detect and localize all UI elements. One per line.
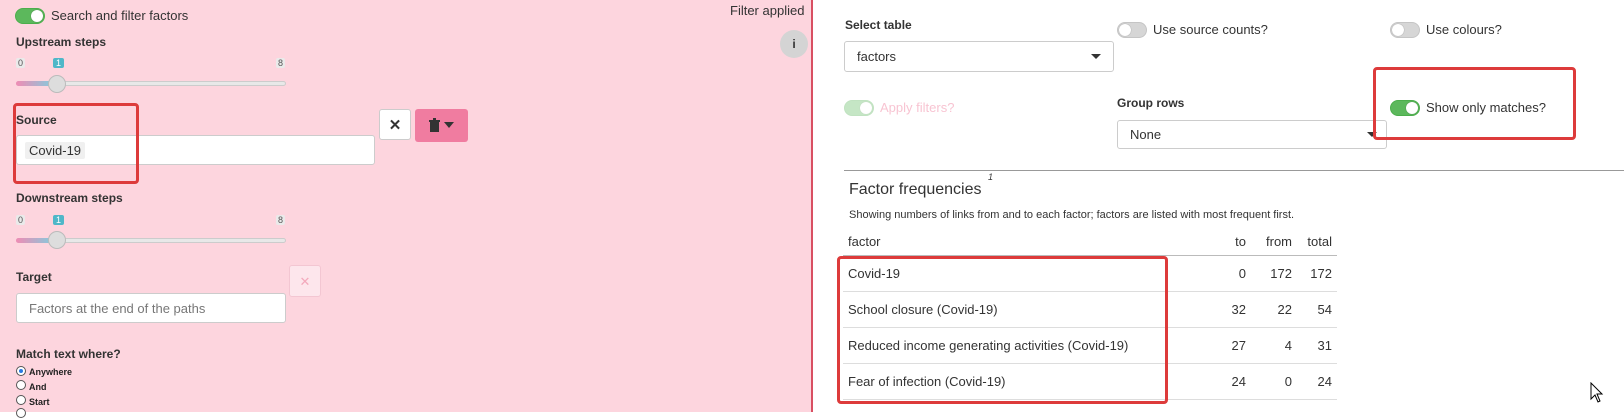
column-header[interactable]: total xyxy=(1297,228,1337,256)
use-colours-label: Use colours? xyxy=(1426,22,1502,37)
apply-filters-toggle[interactable] xyxy=(844,100,874,116)
from-cell: 22 xyxy=(1251,291,1297,328)
source-clear-button[interactable]: ✕ xyxy=(379,109,411,140)
from-cell: 172 xyxy=(1251,255,1297,292)
chevron-down-icon xyxy=(1091,54,1101,59)
match-option-label: And xyxy=(29,382,47,392)
downstream-value: 1 xyxy=(53,215,65,225)
column-header[interactable]: factor xyxy=(843,228,1211,256)
downstream-max: 8 xyxy=(276,215,286,225)
divider xyxy=(844,170,1624,171)
match-label: Match text where? xyxy=(16,347,121,361)
caret-down-icon xyxy=(444,122,454,128)
close-icon: ✕ xyxy=(388,117,402,134)
group-rows-label: Group rows xyxy=(1117,96,1185,110)
group-rows-dropdown[interactable]: None xyxy=(1117,120,1387,149)
column-header[interactable]: to xyxy=(1211,228,1251,256)
downstream-slider-handle[interactable] xyxy=(48,231,66,249)
table-title: Factor frequencies xyxy=(849,181,982,198)
target-label: Target xyxy=(16,270,52,284)
table-row: School closure (Covid-19) 32 22 54 xyxy=(843,291,1337,328)
from-cell: 4 xyxy=(1251,327,1297,364)
upstream-label: Upstream steps xyxy=(16,35,107,49)
match-option-label: Anywhere xyxy=(29,367,73,377)
match-option-and[interactable] xyxy=(16,380,26,390)
match-option-anywhere[interactable] xyxy=(16,366,26,376)
delete-dropdown-button[interactable] xyxy=(415,109,468,142)
group-rows-value: None xyxy=(1130,127,1162,142)
source-label: Source xyxy=(16,113,57,127)
upstream-slider-handle[interactable] xyxy=(48,75,66,93)
source-input[interactable]: Covid-19 xyxy=(16,135,375,165)
match-option-start[interactable] xyxy=(16,395,26,405)
table-header-row: factor to from total xyxy=(843,228,1337,256)
filter-toggle[interactable] xyxy=(15,8,45,24)
upstream-min: 0 xyxy=(16,58,26,68)
info-icon[interactable]: i xyxy=(780,30,808,58)
use-source-counts-label: Use source counts? xyxy=(1153,22,1268,37)
factor-cell: School closure (Covid-19) xyxy=(843,291,1211,328)
column-header[interactable]: from xyxy=(1251,228,1297,256)
upstream-value: 1 xyxy=(53,58,65,68)
chevron-down-icon xyxy=(1367,132,1377,137)
show-only-matches-label: Show only matches? xyxy=(1426,100,1546,115)
to-cell: 27 xyxy=(1211,327,1251,364)
table-subtitle: Showing numbers of links from and to eac… xyxy=(849,209,1295,221)
mouse-cursor-icon xyxy=(1590,382,1604,403)
factor-frequencies-table: factor to from total Covid-19 0 172 172 … xyxy=(843,228,1337,400)
trash-icon xyxy=(429,118,454,132)
total-cell: 31 xyxy=(1297,327,1337,364)
target-input[interactable]: Factors at the end of the paths xyxy=(16,293,286,323)
total-cell: 172 xyxy=(1297,255,1337,292)
to-cell: 32 xyxy=(1211,291,1251,328)
match-option-label: Start xyxy=(29,397,50,407)
show-only-matches-toggle[interactable] xyxy=(1390,100,1420,116)
factor-cell: Covid-19 xyxy=(843,255,1211,292)
to-cell: 24 xyxy=(1211,363,1251,400)
from-cell: 0 xyxy=(1251,363,1297,400)
filter-panel: Search and filter factors Filter applied… xyxy=(0,0,813,418)
total-cell: 54 xyxy=(1297,291,1337,328)
apply-filters-label: Apply filters? xyxy=(880,100,955,115)
use-source-counts-toggle[interactable] xyxy=(1117,22,1147,38)
factor-cell: Reduced income generating activities (Co… xyxy=(843,327,1211,364)
target-clear-button[interactable]: ✕ xyxy=(289,265,321,297)
table-row: Fear of infection (Covid-19) 24 0 24 xyxy=(843,363,1337,400)
target-placeholder: Factors at the end of the paths xyxy=(29,301,206,316)
footnote-marker: 1 xyxy=(988,172,994,182)
table-row: Reduced income generating activities (Co… xyxy=(843,327,1337,364)
source-chip[interactable]: Covid-19 xyxy=(25,142,86,159)
use-colours-toggle[interactable] xyxy=(1390,22,1420,38)
match-option-extra[interactable] xyxy=(16,408,26,418)
table-row: Covid-19 0 172 172 xyxy=(843,255,1337,292)
downstream-min: 0 xyxy=(16,215,26,225)
filter-toggle-label: Search and filter factors xyxy=(51,8,189,23)
total-cell: 24 xyxy=(1297,363,1337,400)
select-table-value: factors xyxy=(857,49,897,64)
select-table-label: Select table xyxy=(845,18,912,32)
filter-status: Filter applied xyxy=(730,3,805,18)
downstream-label: Downstream steps xyxy=(16,191,123,205)
select-table-dropdown[interactable]: factors xyxy=(844,41,1114,72)
upstream-max: 8 xyxy=(276,58,286,68)
to-cell: 0 xyxy=(1211,255,1251,292)
factor-cell: Fear of infection (Covid-19) xyxy=(843,363,1211,400)
close-icon: ✕ xyxy=(299,274,311,289)
